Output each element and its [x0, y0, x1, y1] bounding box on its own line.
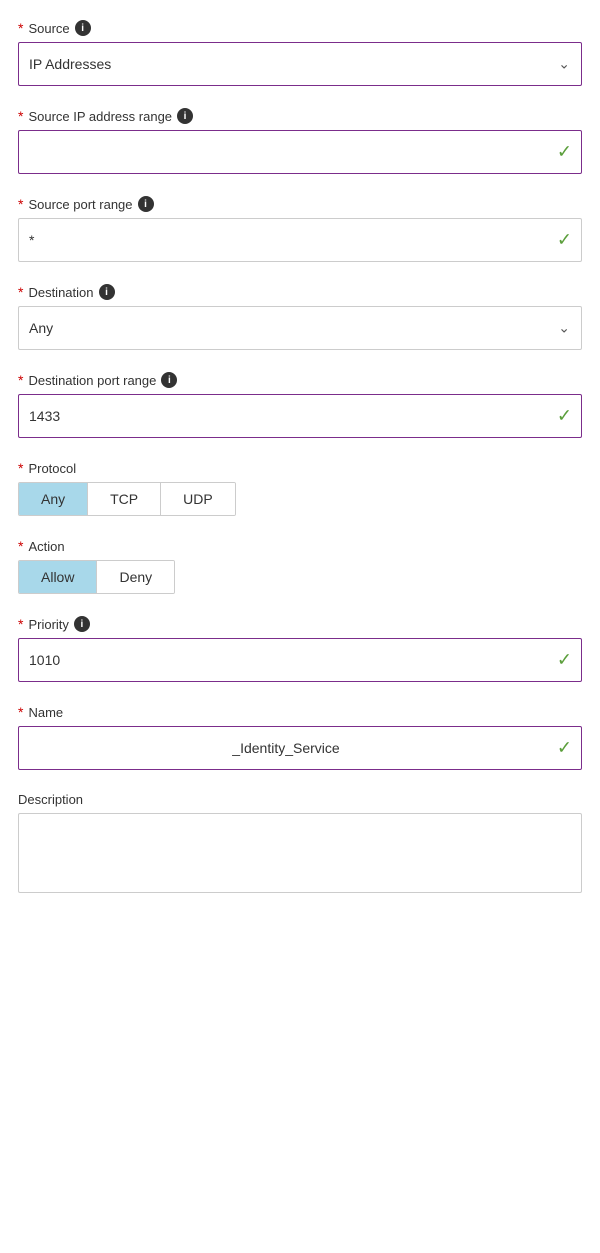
- protocol-label: * Protocol: [18, 460, 582, 476]
- destination-info-icon: i: [99, 284, 115, 300]
- protocol-toggle-group: Any TCP UDP: [18, 482, 236, 516]
- destination-port-range-label-text: Destination port range: [28, 373, 156, 388]
- source-ip-range-info-icon: i: [177, 108, 193, 124]
- protocol-field-group: * Protocol Any TCP UDP: [18, 460, 582, 516]
- protocol-tcp-button[interactable]: TCP: [88, 483, 161, 515]
- source-port-range-label-text: Source port range: [28, 197, 132, 212]
- priority-field-group: * Priority i ✓: [18, 616, 582, 682]
- source-field-group: * Source i IP Addresses Any Service Tag …: [18, 20, 582, 86]
- source-ip-range-field-group: * Source IP address range i ✓: [18, 108, 582, 174]
- description-field-group: Description: [18, 792, 582, 898]
- source-port-range-input[interactable]: [18, 218, 582, 262]
- name-required-star: *: [18, 704, 23, 720]
- name-label: * Name: [18, 704, 582, 720]
- source-ip-range-label: * Source IP address range i: [18, 108, 582, 124]
- name-field-group: * Name ✓: [18, 704, 582, 770]
- action-label-text: Action: [28, 539, 64, 554]
- action-field-group: * Action Allow Deny: [18, 538, 582, 594]
- destination-required-star: *: [18, 284, 23, 300]
- name-input-wrapper: ✓: [18, 726, 582, 770]
- protocol-udp-button[interactable]: UDP: [161, 483, 235, 515]
- destination-select-wrapper: Any IP Addresses Service Tag Application…: [18, 306, 582, 350]
- source-select-wrapper: IP Addresses Any Service Tag Application…: [18, 42, 582, 86]
- source-label-text: Source: [28, 21, 69, 36]
- priority-input-wrapper: ✓: [18, 638, 582, 682]
- description-textarea[interactable]: [18, 813, 582, 893]
- action-label: * Action: [18, 538, 582, 554]
- source-select[interactable]: IP Addresses Any Service Tag Application…: [18, 42, 582, 86]
- name-label-text: Name: [28, 705, 63, 720]
- destination-port-range-info-icon: i: [161, 372, 177, 388]
- action-allow-button[interactable]: Allow: [19, 561, 97, 593]
- destination-port-range-input[interactable]: [18, 394, 582, 438]
- protocol-required-star: *: [18, 460, 23, 476]
- source-ip-range-input[interactable]: [18, 130, 582, 174]
- source-port-range-label: * Source port range i: [18, 196, 582, 212]
- destination-port-range-required-star: *: [18, 372, 23, 388]
- action-required-star: *: [18, 538, 23, 554]
- source-label: * Source i: [18, 20, 582, 36]
- name-input[interactable]: [18, 726, 582, 770]
- destination-field-group: * Destination i Any IP Addresses Service…: [18, 284, 582, 350]
- source-ip-range-input-wrapper: ✓: [18, 130, 582, 174]
- source-port-range-info-icon: i: [138, 196, 154, 212]
- source-info-icon: i: [75, 20, 91, 36]
- priority-required-star: *: [18, 616, 23, 632]
- destination-label: * Destination i: [18, 284, 582, 300]
- protocol-label-text: Protocol: [28, 461, 76, 476]
- protocol-any-button[interactable]: Any: [19, 483, 88, 515]
- priority-info-icon: i: [74, 616, 90, 632]
- destination-port-range-input-wrapper: ✓: [18, 394, 582, 438]
- priority-label-text: Priority: [28, 617, 68, 632]
- priority-input[interactable]: [18, 638, 582, 682]
- source-ip-range-label-text: Source IP address range: [28, 109, 172, 124]
- source-required-star: *: [18, 20, 23, 36]
- destination-select[interactable]: Any IP Addresses Service Tag Application…: [18, 306, 582, 350]
- description-label-text: Description: [18, 792, 83, 807]
- priority-label: * Priority i: [18, 616, 582, 632]
- action-deny-button[interactable]: Deny: [97, 561, 174, 593]
- source-port-range-field-group: * Source port range i ✓: [18, 196, 582, 262]
- source-port-range-required-star: *: [18, 196, 23, 212]
- source-port-range-input-wrapper: ✓: [18, 218, 582, 262]
- destination-label-text: Destination: [28, 285, 93, 300]
- destination-port-range-label: * Destination port range i: [18, 372, 582, 388]
- source-ip-range-required-star: *: [18, 108, 23, 124]
- description-label: Description: [18, 792, 582, 807]
- destination-port-range-field-group: * Destination port range i ✓: [18, 372, 582, 438]
- action-toggle-group: Allow Deny: [18, 560, 175, 594]
